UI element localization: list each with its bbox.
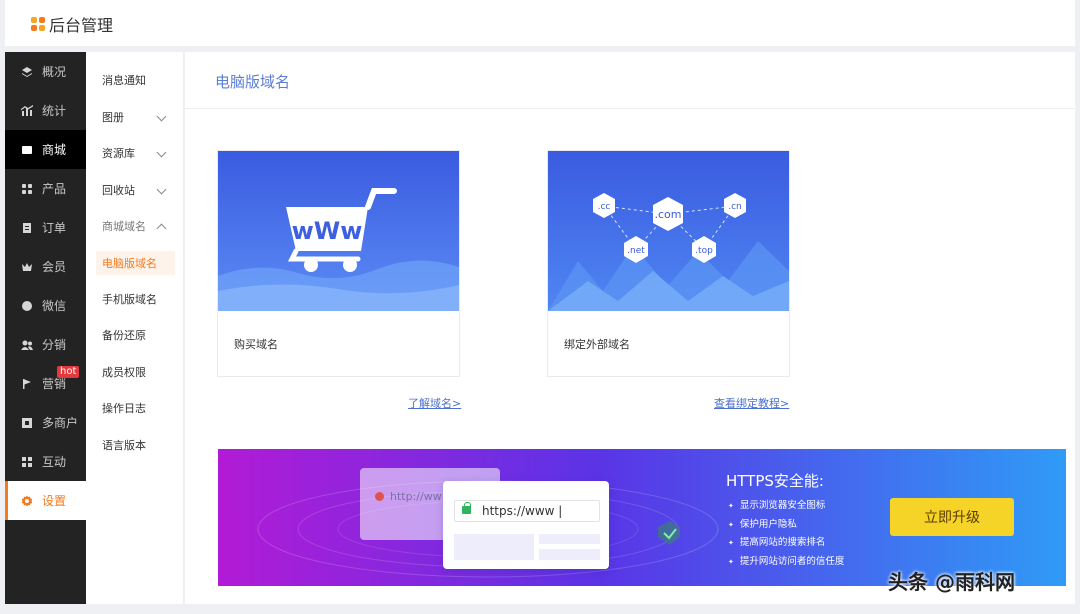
warning-icon bbox=[375, 492, 384, 501]
sidebar-item-mall[interactable]: 商城 bbox=[5, 130, 86, 169]
subnav-item-mobile-domain[interactable]: 手机版域名 bbox=[86, 281, 183, 318]
sidebar-item-settings[interactable]: 设置 bbox=[5, 481, 86, 520]
subnav-item-label: 图册 bbox=[102, 110, 124, 124]
sidebar-item-label: 设置 bbox=[42, 494, 67, 508]
sidebar-item-distribution[interactable]: 分销 bbox=[5, 325, 86, 364]
logo[interactable]: 后台管理 bbox=[31, 12, 113, 36]
chevron-up-icon bbox=[156, 223, 167, 234]
feature-item: 提升网站访问者的信任度 bbox=[728, 553, 845, 572]
https-address-bar: https://www | bbox=[454, 500, 600, 522]
sidebar-item-label: 产品 bbox=[42, 182, 67, 196]
buy-domain-card[interactable]: wWw 购买域名 bbox=[217, 150, 460, 377]
chevron-down-icon bbox=[156, 184, 167, 194]
domain-network-illustration: .cc .com .cn .net .top bbox=[548, 151, 789, 311]
sidebar-item-multi-merchant[interactable]: 多商户 bbox=[5, 403, 86, 442]
subnav-item-album[interactable]: 图册 bbox=[86, 99, 183, 136]
upgrade-now-button[interactable]: 立即升级 bbox=[890, 498, 1014, 536]
sidebar: 概况 统计 商城 产品 订单 会员 微信 分销 营销 hot 多商户 互动 设置 bbox=[5, 52, 86, 604]
hot-badge: hot bbox=[57, 366, 80, 378]
sidebar-item-label: 多商户 bbox=[42, 416, 79, 430]
clipboard-icon bbox=[21, 222, 33, 234]
domain-tag-net: .net bbox=[627, 246, 645, 256]
wechat-icon bbox=[21, 300, 33, 312]
feature-item: 保护用户隐私 bbox=[728, 516, 844, 535]
sidebar-item-orders[interactable]: 订单 bbox=[5, 208, 86, 247]
sidebar-item-label: 互动 bbox=[42, 455, 67, 469]
sidebar-item-products[interactable]: 产品 bbox=[5, 169, 86, 208]
placeholder-block bbox=[539, 549, 600, 560]
layers-icon bbox=[21, 66, 33, 78]
subnav-item-notifications[interactable]: 消息通知 bbox=[86, 62, 183, 99]
flag-icon bbox=[21, 378, 33, 390]
subnav-item-operation-log[interactable]: 操作日志 bbox=[86, 390, 183, 427]
subnav-item-label: 资源库 bbox=[102, 147, 135, 161]
sidebar-item-label: 订单 bbox=[42, 221, 67, 235]
gear-icon bbox=[21, 495, 33, 507]
shopping-cart-illustration: wWw bbox=[218, 151, 459, 311]
bind-domain-caption: 绑定外部域名 bbox=[564, 338, 630, 351]
subnav-item-permissions[interactable]: 成员权限 bbox=[86, 354, 183, 391]
users-icon bbox=[21, 339, 33, 351]
page-title: 电脑版域名 bbox=[215, 73, 291, 91]
logo-icon bbox=[31, 17, 45, 31]
top-bar: 后台管理 bbox=[5, 0, 1075, 46]
subnav-item-label: 回收站 bbox=[102, 183, 135, 197]
store-icon bbox=[21, 417, 33, 429]
subnav-item-language[interactable]: 语言版本 bbox=[86, 427, 183, 464]
learn-domain-link[interactable]: 了解域名> bbox=[408, 395, 461, 411]
https-url: https://www | bbox=[482, 504, 563, 518]
main-content: 电脑版域名 wWw 购买域名 .cc .com .cn .net .top 绑定… bbox=[185, 52, 1075, 604]
domain-tag-cn: .cn bbox=[728, 202, 742, 212]
sidebar-item-members[interactable]: 会员 bbox=[5, 247, 86, 286]
watermark: 头条 @雨科网 bbox=[888, 570, 1015, 594]
sidebar-item-label: 会员 bbox=[42, 260, 67, 274]
subnav-item-label: 商城域名 bbox=[102, 220, 146, 234]
sidebar-item-marketing[interactable]: 营销 hot bbox=[5, 364, 86, 403]
https-feature-list: 显示浏览器安全图标 保护用户隐私 提高网站的搜索排名 提升网站访问者的信任度 bbox=[728, 497, 845, 572]
grid-icon bbox=[21, 183, 33, 195]
subnav-item-pc-domain[interactable]: 电脑版域名 bbox=[96, 250, 175, 275]
http-url: http://ww bbox=[390, 490, 442, 503]
lock-icon bbox=[462, 502, 471, 514]
sidebar-item-label: 分销 bbox=[42, 338, 67, 352]
domain-tag-com: .com bbox=[655, 208, 682, 221]
sidebar-item-label: 商城 bbox=[42, 143, 67, 157]
subnav-item-recycle-bin[interactable]: 回收站 bbox=[86, 172, 183, 209]
subnav-item-resources[interactable]: 资源库 bbox=[86, 135, 183, 172]
divider bbox=[185, 108, 1075, 109]
chevron-down-icon bbox=[156, 111, 167, 121]
placeholder-block bbox=[454, 534, 534, 560]
app-title: 后台管理 bbox=[49, 16, 114, 35]
sidebar-item-interaction[interactable]: 互动 bbox=[5, 442, 86, 481]
sidebar-item-label: 统计 bbox=[42, 104, 67, 118]
bind-domain-card[interactable]: .cc .com .cn .net .top 绑定外部域名 bbox=[547, 150, 790, 377]
bind-tutorial-link[interactable]: 查看绑定教程> bbox=[714, 395, 789, 411]
sidebar-item-label: 微信 bbox=[42, 299, 67, 313]
browser-mock-front: https://www | bbox=[443, 481, 609, 569]
www-label: wWw bbox=[292, 217, 363, 245]
subnav-item-backup[interactable]: 备份还原 bbox=[86, 317, 183, 354]
sidebar-item-stats[interactable]: 统计 bbox=[5, 91, 86, 130]
domain-tag-cc: .cc bbox=[598, 202, 611, 212]
mail-icon bbox=[21, 144, 33, 156]
sidebar-item-overview[interactable]: 概况 bbox=[5, 52, 86, 91]
feature-item: 提高网站的搜索排名 bbox=[728, 534, 844, 553]
banner-title: HTTPS安全能: bbox=[726, 472, 824, 490]
crown-icon bbox=[21, 261, 33, 273]
buy-domain-caption: 购买域名 bbox=[234, 338, 278, 351]
sidebar-item-wechat[interactable]: 微信 bbox=[5, 286, 86, 325]
chart-icon bbox=[21, 104, 33, 117]
feature-item: 显示浏览器安全图标 bbox=[728, 497, 844, 516]
chevron-down-icon bbox=[156, 147, 167, 158]
placeholder-block bbox=[539, 534, 600, 544]
apps-icon bbox=[21, 456, 33, 468]
sidebar-item-label: 概况 bbox=[42, 65, 67, 79]
sub-navigation: 消息通知 图册 资源库 回收站 商城域名 电脑版域名 手机版域名 备份还原 成员… bbox=[86, 52, 184, 604]
subnav-item-mall-domain[interactable]: 商城域名 bbox=[86, 208, 183, 245]
domain-tag-top: .top bbox=[695, 246, 713, 256]
